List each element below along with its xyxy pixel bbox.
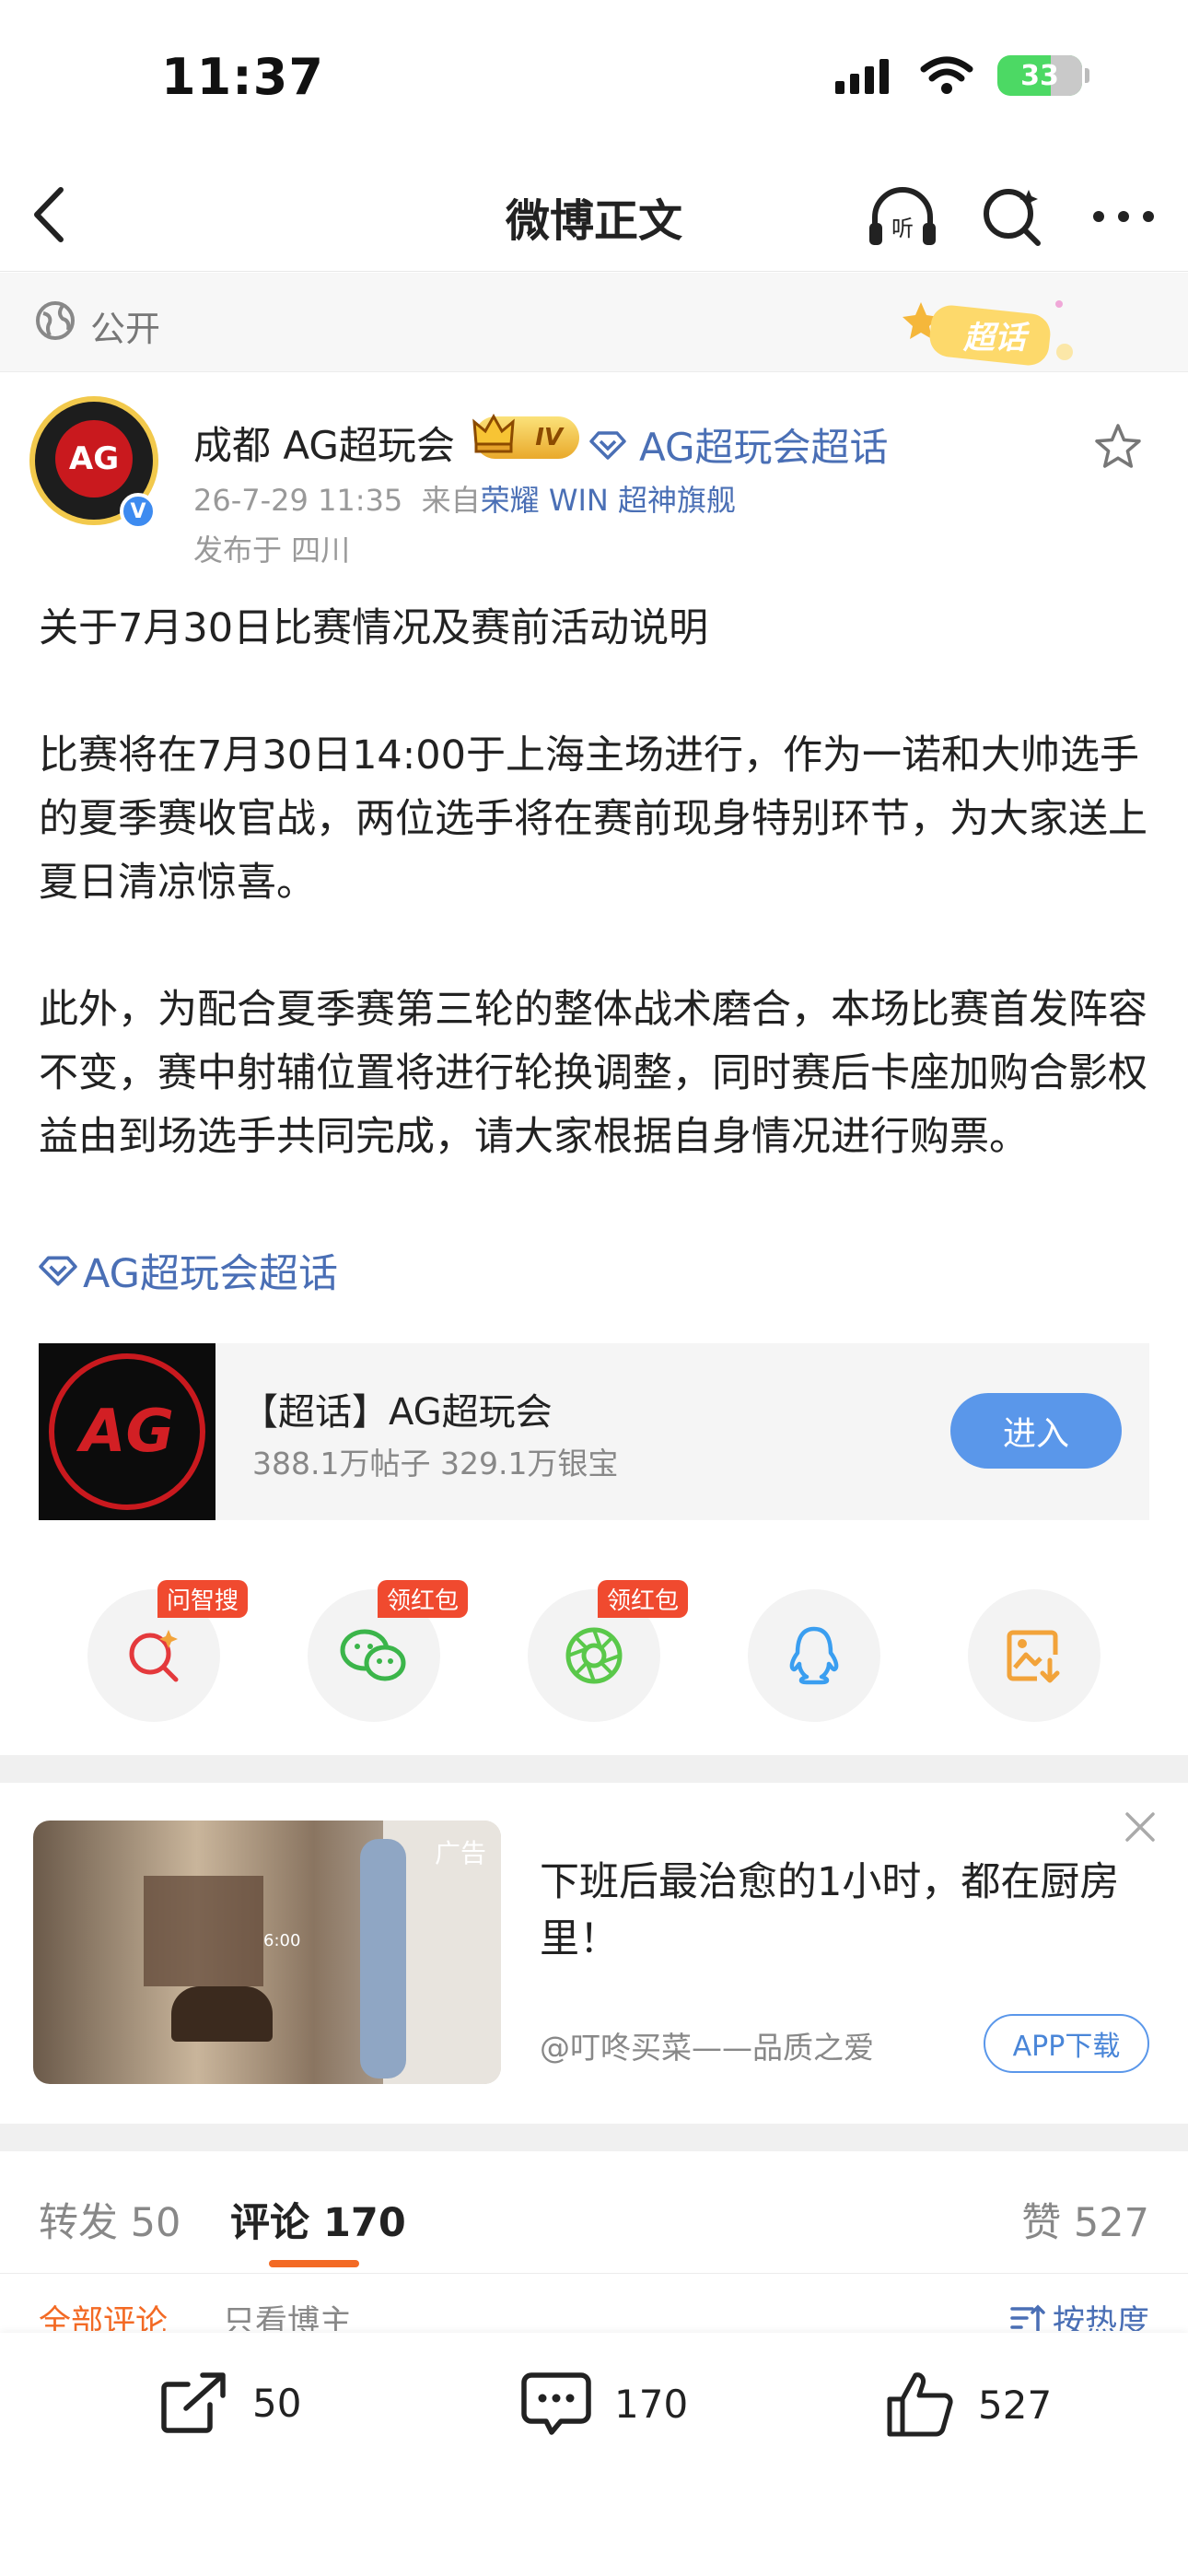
post-body: 关于7月30日比赛情况及赛前活动说明 比赛将在7月30日14:00于上海主场进行… bbox=[39, 597, 1158, 1169]
comment-button[interactable]: 170 bbox=[520, 2370, 688, 2438]
battery-icon: 33 bbox=[997, 55, 1089, 96]
share-tag: 问智搜 bbox=[157, 1580, 248, 1618]
section-divider bbox=[0, 1755, 1188, 1783]
share-ask-search-button[interactable]: 问智搜 bbox=[87, 1580, 248, 1722]
enter-button[interactable]: 进入 bbox=[950, 1393, 1122, 1469]
ag-logo-icon: AG bbox=[55, 420, 133, 498]
nav-actions: 听 bbox=[866, 180, 1160, 253]
signal-icon bbox=[835, 59, 889, 94]
star-icon bbox=[1095, 424, 1141, 468]
ad-source: @叮咚买菜——品质之爱 bbox=[540, 2030, 874, 2066]
ad-title[interactable]: 下班后最治愈的1小时，都在厨房里！ bbox=[540, 1854, 1147, 1968]
visibility-row: 公开 超话 bbox=[0, 273, 1188, 372]
share-tag: 领红包 bbox=[597, 1580, 688, 1618]
search-icon bbox=[984, 189, 1041, 246]
search-button[interactable] bbox=[976, 180, 1050, 253]
post-paragraph: 此外，为配合夏季赛第三轮的整体战术磨合，本场比赛首发阵容不变，赛中射辅位置将进行… bbox=[39, 987, 1147, 1160]
ad-person-shape bbox=[360, 1839, 406, 2078]
repost-count: 50 bbox=[252, 2380, 302, 2426]
super-topic-link[interactable]: AG超玩会超话 bbox=[589, 416, 889, 473]
headphones-icon: 听 bbox=[869, 187, 936, 245]
ad-shelf-shape bbox=[144, 1876, 263, 1986]
favorite-button[interactable] bbox=[1092, 422, 1144, 475]
topic-tag-text: AG超玩会超话 bbox=[83, 1251, 338, 1297]
post-source[interactable]: 荣耀 WIN 超神旗舰 bbox=[481, 483, 736, 518]
post-time: 26-7-29 11:35 bbox=[193, 483, 403, 518]
svg-text:听: 听 bbox=[891, 216, 914, 241]
app-download-button[interactable]: APP下载 bbox=[984, 2014, 1149, 2073]
repost-button[interactable]: 50 bbox=[158, 2370, 301, 2436]
sort-icon bbox=[1010, 2304, 1045, 2331]
ad-chair-shape bbox=[171, 1986, 273, 2042]
super-topic-badge-art: 超话 bbox=[903, 300, 1073, 366]
globe-icon bbox=[36, 301, 75, 340]
comment-count: 170 bbox=[614, 2381, 689, 2427]
post-paragraph: 比赛将在7月30日14:00于上海主场进行，作为一诺和大帅选手的夏季赛收官战，两… bbox=[39, 732, 1147, 906]
save-image-icon bbox=[1007, 1630, 1060, 1683]
share-tag: 领红包 bbox=[377, 1580, 468, 1618]
verified-badge-icon: V bbox=[120, 493, 157, 530]
qq-icon bbox=[789, 1626, 839, 1685]
super-topic-badge[interactable]: 超话 bbox=[903, 293, 1077, 367]
status-icons: 33 bbox=[835, 55, 1089, 96]
status-time: 11:37 bbox=[161, 48, 324, 106]
ad-label: 广告 bbox=[434, 1838, 486, 1868]
wechat-icon bbox=[340, 1629, 406, 1681]
share-save-image-button[interactable] bbox=[968, 1589, 1101, 1722]
filter-author-only[interactable]: 只看博主 bbox=[223, 2296, 352, 2331]
super-topic-logo: AG bbox=[39, 1343, 215, 1520]
comment-icon bbox=[521, 2372, 591, 2435]
share-arrow-icon bbox=[161, 2372, 226, 2433]
visibility-label: 公开 bbox=[90, 309, 161, 349]
super-topic-title: 【超话】AG超玩会 bbox=[241, 1391, 553, 1434]
ad-clock: 6:00 bbox=[263, 1931, 301, 1950]
bottom-action-bar: 50 170 527 bbox=[0, 2333, 1188, 2576]
level-text: IV bbox=[535, 424, 563, 451]
member-level-badge[interactable]: IV bbox=[472, 413, 579, 459]
filter-all-comments[interactable]: 全部评论 bbox=[39, 2296, 168, 2331]
tab-comment[interactable]: 评论 170 bbox=[230, 2191, 406, 2248]
share-moments-button[interactable]: 领红包 bbox=[528, 1580, 688, 1722]
wifi-icon bbox=[920, 56, 973, 94]
super-topic-stats: 388.1万帖子 329.1万银宝 bbox=[252, 1446, 619, 1481]
super-topic-card[interactable]: AG 【超话】AG超玩会 388.1万帖子 329.1万银宝 进入 bbox=[39, 1343, 1149, 1520]
crown-icon bbox=[472, 413, 515, 453]
sort-button[interactable]: 按热度 bbox=[1008, 2296, 1149, 2331]
like-button[interactable]: 527 bbox=[886, 2370, 1052, 2440]
source-prefix: 来自 bbox=[421, 483, 481, 518]
ad-close-button[interactable] bbox=[1124, 1810, 1157, 1847]
comment-filter-row: 全部评论 只看博主 按热度 bbox=[0, 2276, 1188, 2331]
tab-like[interactable]: 赞 527 bbox=[1021, 2191, 1149, 2248]
post-meta: 26-7-29 11:35 来自荣耀 WIN 超神旗舰 bbox=[193, 477, 736, 520]
share-row: 问智搜 领红包 领红包 bbox=[0, 1580, 1188, 1727]
thumbs-up-icon bbox=[887, 2372, 953, 2437]
navbar: 微博正文 听 bbox=[0, 157, 1188, 272]
like-count: 527 bbox=[978, 2382, 1053, 2428]
diamond-icon bbox=[39, 1256, 77, 1286]
more-button[interactable] bbox=[1087, 180, 1160, 253]
close-icon bbox=[1125, 1812, 1155, 1842]
post-paragraph: 关于7月30日比赛情况及赛前活动说明 bbox=[39, 605, 709, 651]
ad-image[interactable]: 6:00 广告 bbox=[33, 1821, 501, 2084]
listen-button[interactable]: 听 bbox=[866, 180, 939, 253]
active-tab-indicator bbox=[269, 2260, 359, 2267]
post-location: 发布于 四川 bbox=[193, 533, 351, 568]
svg-text:超话: 超话 bbox=[962, 320, 1031, 357]
ask-search-icon bbox=[129, 1630, 179, 1682]
super-topic-name: AG超玩会超话 bbox=[639, 425, 889, 470]
share-wechat-button[interactable]: 领红包 bbox=[308, 1580, 468, 1722]
status-bar: 11:37 33 bbox=[0, 0, 1188, 157]
topic-tag-link[interactable]: AG超玩会超话 bbox=[39, 1242, 338, 1299]
tab-repost[interactable]: 转发 50 bbox=[39, 2191, 181, 2248]
share-qq-button[interactable] bbox=[748, 1589, 880, 1722]
moments-icon bbox=[565, 1627, 623, 1684]
author-name[interactable]: 成都 AG超玩会 bbox=[193, 415, 455, 471]
more-icon bbox=[1093, 211, 1154, 222]
ag-logo-icon: AG bbox=[49, 1353, 205, 1510]
interaction-tabs: 转发 50 评论 170 赞 527 bbox=[0, 2145, 1188, 2274]
diamond-icon bbox=[589, 430, 626, 460]
